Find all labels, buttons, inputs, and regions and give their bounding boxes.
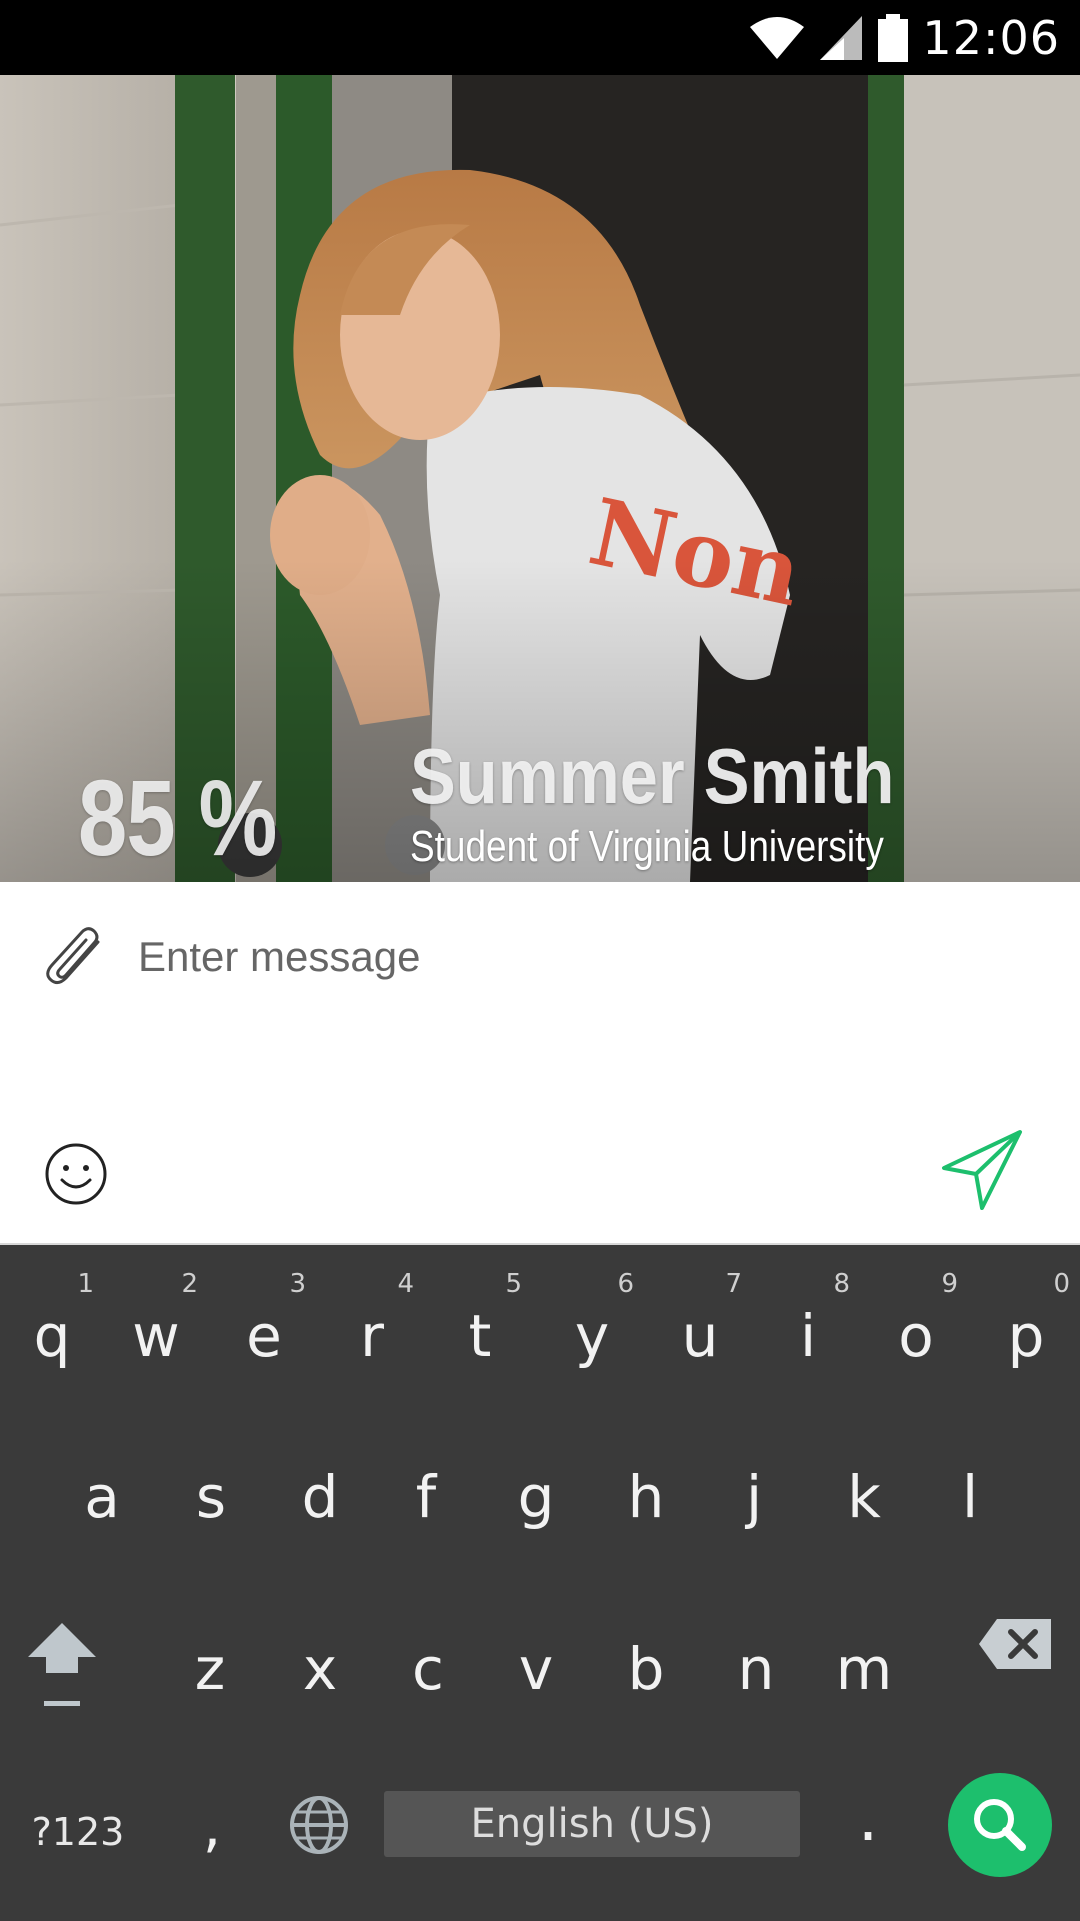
key-b[interactable]: b: [598, 1585, 694, 1725]
key-r[interactable]: r4: [320, 1245, 424, 1385]
battery-icon: [878, 13, 909, 62]
profile-name: Summer Smith: [410, 732, 895, 820]
key-y[interactable]: y6: [540, 1245, 644, 1385]
key-t[interactable]: t5: [428, 1245, 532, 1385]
match-percentage: 85 %: [78, 757, 277, 878]
key-s[interactable]: s: [163, 1415, 259, 1555]
search-key[interactable]: [948, 1773, 1052, 1877]
key-o[interactable]: o9: [864, 1245, 968, 1385]
search-icon: [974, 1799, 1026, 1851]
space-bar[interactable]: English (US): [384, 1791, 800, 1857]
key-c[interactable]: c: [380, 1585, 476, 1725]
key-v[interactable]: v: [488, 1585, 584, 1725]
key-g[interactable]: g: [488, 1415, 584, 1555]
key-u[interactable]: u7: [648, 1245, 752, 1385]
backspace-icon: [979, 1619, 1051, 1669]
backspace-key[interactable]: [960, 1617, 1070, 1697]
wifi-icon: [750, 16, 805, 59]
shift-icon: [28, 1623, 96, 1706]
cell-signal-icon: [820, 15, 863, 60]
key-p[interactable]: p0: [972, 1245, 1080, 1385]
message-input[interactable]: [138, 912, 938, 1002]
profile-subtitle: Student of Virginia University: [410, 822, 884, 871]
key-a[interactable]: a: [54, 1415, 150, 1555]
emoji-icon[interactable]: [44, 1142, 108, 1206]
profile-hero: Non 85 % Summer Smith Student of Virgini…: [0, 75, 1080, 882]
key-l[interactable]: l: [922, 1415, 1018, 1555]
key-j[interactable]: j: [706, 1415, 802, 1555]
key-d[interactable]: d: [272, 1415, 368, 1555]
key-m[interactable]: m: [816, 1585, 912, 1725]
key-e[interactable]: e3: [212, 1245, 316, 1385]
language-key[interactable]: [284, 1793, 354, 1863]
key-h[interactable]: h: [598, 1415, 694, 1555]
comma-key[interactable]: ,: [164, 1791, 260, 1871]
shift-key[interactable]: [14, 1605, 110, 1745]
globe-icon: [290, 1796, 348, 1854]
message-composer: [0, 882, 1080, 1245]
key-w[interactable]: w2: [104, 1245, 208, 1385]
key-z[interactable]: z: [162, 1585, 258, 1725]
key-x[interactable]: x: [272, 1585, 368, 1725]
key-f[interactable]: f: [378, 1415, 474, 1555]
symbols-key[interactable]: ?123: [18, 1801, 138, 1871]
paperclip-icon[interactable]: [40, 924, 112, 996]
status-time: 12:06: [922, 10, 1060, 65]
key-i[interactable]: i8: [756, 1245, 860, 1385]
key-n[interactable]: n: [708, 1585, 804, 1725]
status-icons: 12:06: [748, 0, 1060, 75]
soft-keyboard: q1 w2 e3 r4 t5 y6 u7 i8 o9 p0 a s d f g …: [0, 1245, 1080, 1921]
key-q[interactable]: q1: [0, 1245, 104, 1385]
key-k[interactable]: k: [816, 1415, 912, 1555]
send-icon[interactable]: [940, 1128, 1024, 1212]
status-bar: 12:06: [0, 0, 1080, 75]
period-key[interactable]: .: [820, 1787, 916, 1871]
